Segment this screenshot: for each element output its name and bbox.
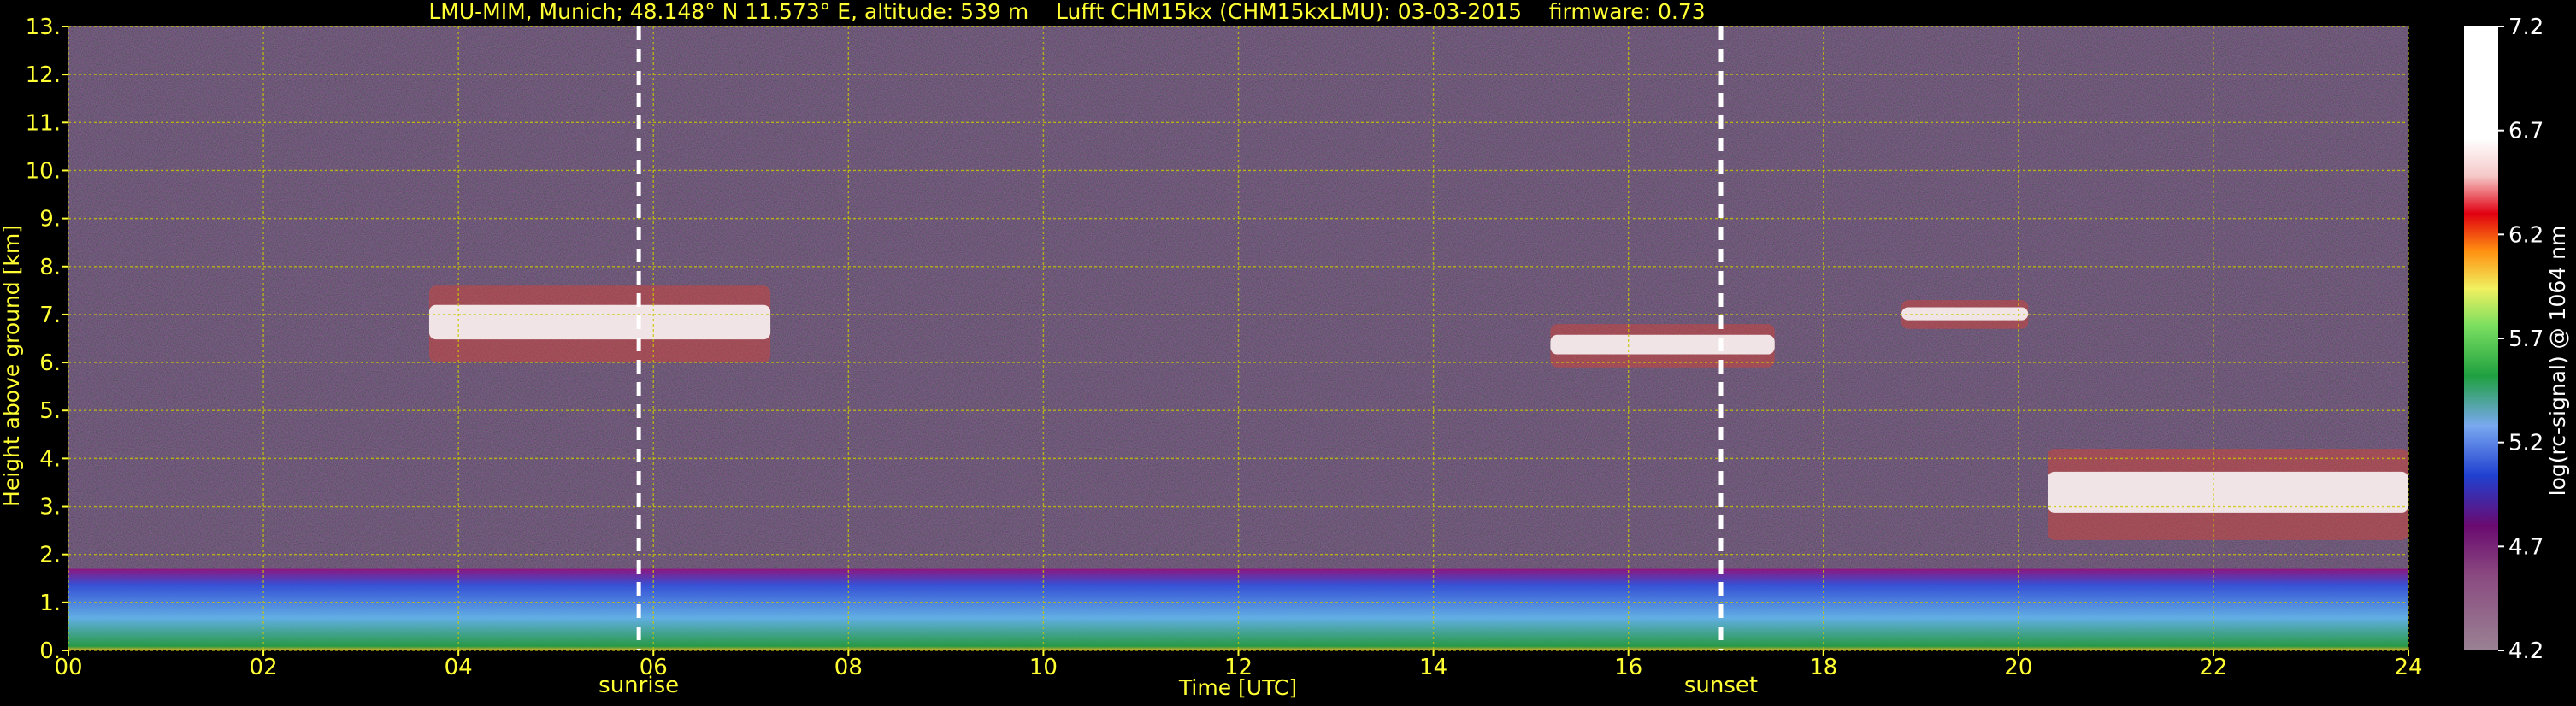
y-tick-label: 7. <box>39 303 61 328</box>
x-tick-label: 20 <box>2004 655 2032 680</box>
colorbar-tick-label: 5.7 <box>2508 327 2544 352</box>
feature-cloud <box>1550 324 1775 368</box>
colorbar-tick-label: 7.2 <box>2508 15 2544 40</box>
y-tick-label: 12. <box>26 62 61 88</box>
y-tick-label: 4. <box>39 446 61 472</box>
y-tick-label: 8. <box>39 255 61 280</box>
x-tick-label: 02 <box>250 655 278 680</box>
plot-area <box>68 26 2409 651</box>
y-axis-label: Height above ground [km] <box>0 225 24 507</box>
colorbar-tick-label: 5.2 <box>2508 431 2544 456</box>
x-tick-label: 14 <box>1419 655 1447 680</box>
feature-cloud <box>2048 449 2408 540</box>
marker-label-sunset: sunset <box>1684 673 1758 698</box>
chart-title: LMU-MIM, Munich; 48.148° N 11.573° E, al… <box>428 0 1705 24</box>
x-tick-label: 04 <box>445 655 473 680</box>
x-tick-label: 16 <box>1614 655 1642 680</box>
y-tick-label: 6. <box>39 350 61 376</box>
ceilometer-chart: LMU-MIM, Munich; 48.148° N 11.573° E, al… <box>0 0 2570 700</box>
y-tick-label: 10. <box>26 158 61 184</box>
colorbar-tick-label: 4.7 <box>2508 534 2544 560</box>
marker-label-sunrise: sunrise <box>598 673 679 698</box>
y-tick-label: 9. <box>39 207 61 232</box>
x-tick-label: 10 <box>1029 655 1058 680</box>
y-tick-label: 5. <box>39 398 61 424</box>
x-tick-label: 18 <box>1809 655 1837 680</box>
x-tick-label: 08 <box>834 655 863 680</box>
colorbar-tick-label: 4.2 <box>2508 638 2544 664</box>
y-tick-label: 13. <box>26 15 61 40</box>
colorbar: 4.2 4.7 5.2 5.7 6.2 6.7 7.2 log(rc-signal) @ 1… <box>2464 15 2570 664</box>
x-tick-label: 00 <box>54 655 82 680</box>
x-axis-label: Time [UTC] <box>1178 675 1297 700</box>
y-tick-label: 2. <box>39 543 61 568</box>
colorbar-label: log(rc-signal) @ 1064 nm <box>2545 226 2570 497</box>
feature-cloud <box>428 285 771 363</box>
colorbar-scale <box>2464 26 2498 650</box>
colorbar-tick-label: 6.2 <box>2508 222 2544 248</box>
y-tick-label: 3. <box>39 495 61 521</box>
y-tick-label: 11. <box>26 110 61 136</box>
x-tick-label: 22 <box>2199 655 2227 680</box>
y-tick-label: 1. <box>39 591 61 616</box>
x-tick-label: 24 <box>2394 655 2422 680</box>
colorbar-tick-label: 6.7 <box>2508 119 2544 144</box>
